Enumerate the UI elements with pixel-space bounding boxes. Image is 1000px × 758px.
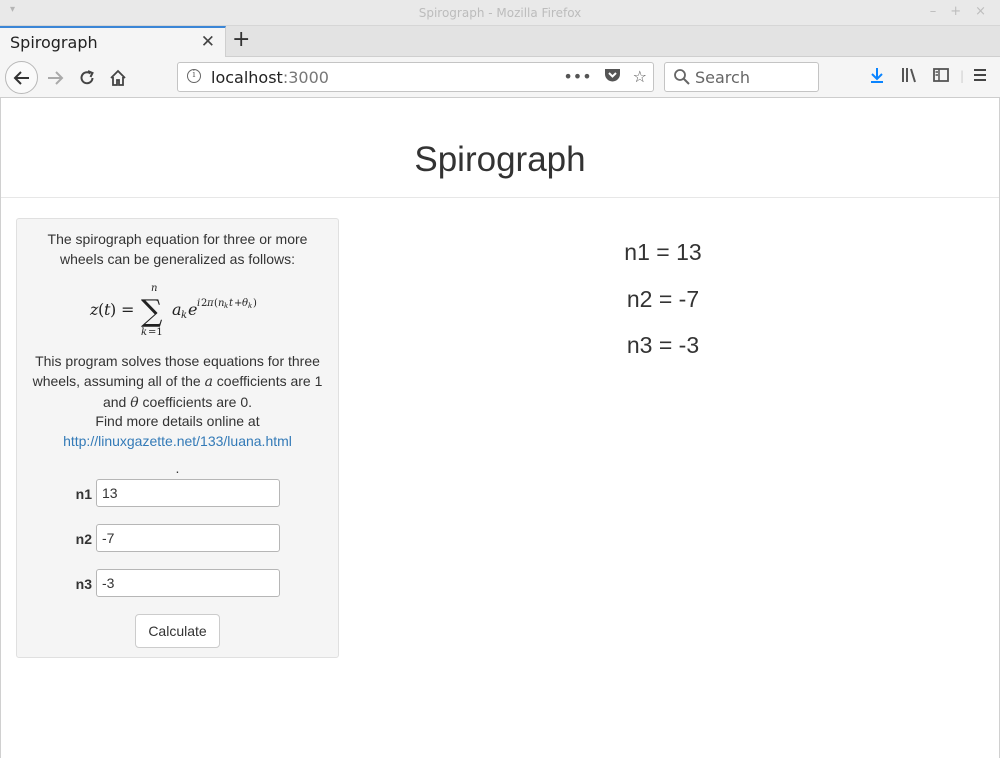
tab-label: Spirograph xyxy=(10,33,98,52)
n3-input[interactable] xyxy=(96,569,280,597)
search-icon xyxy=(673,68,690,89)
svg-text:k: k xyxy=(181,310,187,321)
forward-arrow-icon[interactable] xyxy=(44,57,66,98)
tab-spirograph[interactable]: Spirograph ✕ xyxy=(0,26,226,57)
close-window-icon[interactable]: × xyxy=(975,4,986,19)
new-tab-icon[interactable]: + xyxy=(232,28,250,52)
reload-icon[interactable] xyxy=(76,57,98,98)
pocket-icon[interactable] xyxy=(604,67,621,87)
download-icon[interactable] xyxy=(868,66,886,89)
details-link[interactable]: http://linuxgazette.net/133/luana.html xyxy=(63,433,292,449)
n3-label: n3 xyxy=(75,576,92,592)
n2-input[interactable] xyxy=(96,524,280,552)
url-bar-actions: ••• ☆ xyxy=(563,67,647,87)
result-n2: n2 = -7 xyxy=(626,286,700,312)
tab-strip: Spirograph ✕ + xyxy=(0,26,1000,57)
svg-text:i: i xyxy=(197,298,200,309)
more-icon[interactable]: ••• xyxy=(563,67,591,87)
svg-text:k: k xyxy=(248,302,252,310)
page-header: Spirograph xyxy=(1,98,999,198)
equation-panel: The spirograph equation for three or mor… xyxy=(16,218,339,658)
search-input[interactable] xyxy=(695,67,813,87)
close-tab-icon[interactable]: ✕ xyxy=(201,32,215,52)
separator-dot: . xyxy=(175,460,180,476)
star-icon[interactable]: ☆ xyxy=(633,67,647,87)
url-text[interactable]: localhost:3000 xyxy=(211,68,329,87)
field-row-n3: n3 xyxy=(17,569,340,599)
back-arrow-icon[interactable] xyxy=(5,61,38,94)
url-bar[interactable]: i localhost:3000 ••• ☆ xyxy=(177,62,654,92)
sidebar-icon[interactable] xyxy=(932,66,950,89)
page-title: Spirograph xyxy=(414,140,586,179)
toolbar-separator: | xyxy=(960,69,965,83)
spirograph-formula: z ( t ) = n ∑ k =1 a k e i 2 π ( n k t +… xyxy=(17,281,338,339)
svg-text:k: k xyxy=(141,327,147,338)
maximize-icon[interactable]: + xyxy=(950,4,961,19)
svg-text:∑: ∑ xyxy=(141,294,163,329)
svg-text:): ) xyxy=(253,298,257,309)
library-icon[interactable] xyxy=(900,66,918,89)
n1-label: n1 xyxy=(75,486,92,502)
result-n3: n3 = -3 xyxy=(626,332,700,358)
svg-text:=1: =1 xyxy=(148,327,163,338)
minimize-icon[interactable]: – xyxy=(930,4,937,19)
intro-text: The spirograph equation for three or mor… xyxy=(47,231,308,267)
svg-text:π: π xyxy=(206,298,214,309)
svg-text:k: k xyxy=(224,302,228,310)
result-n1: n1 = 13 xyxy=(624,239,702,265)
nav-toolbar: i localhost:3000 ••• ☆ | xyxy=(0,57,1000,98)
n1-input[interactable] xyxy=(96,479,280,507)
window-titlebar: ▾ Spirograph - Mozilla Firefox – + × xyxy=(0,0,1000,26)
info-icon[interactable]: i xyxy=(187,69,201,83)
search-box[interactable] xyxy=(664,62,819,92)
field-row-n1: n1 xyxy=(17,479,340,509)
details-text: Find more details online at http://linux… xyxy=(63,413,292,449)
window-controls: – + × xyxy=(930,4,986,19)
window-title: Spirograph - Mozilla Firefox xyxy=(418,6,582,20)
n2-label: n2 xyxy=(75,531,92,547)
description-text: This program solves those equations for … xyxy=(32,353,323,411)
svg-text:): ) xyxy=(110,300,116,319)
home-icon[interactable] xyxy=(107,57,129,98)
page-viewport: Spirograph The spirograph equation for t… xyxy=(0,98,1000,758)
hamburger-menu-icon[interactable] xyxy=(971,66,989,89)
svg-text:=: = xyxy=(121,300,134,319)
field-row-n2: n2 xyxy=(17,524,340,554)
calculate-button[interactable]: Calculate xyxy=(135,614,220,648)
svg-text:n: n xyxy=(151,283,157,294)
